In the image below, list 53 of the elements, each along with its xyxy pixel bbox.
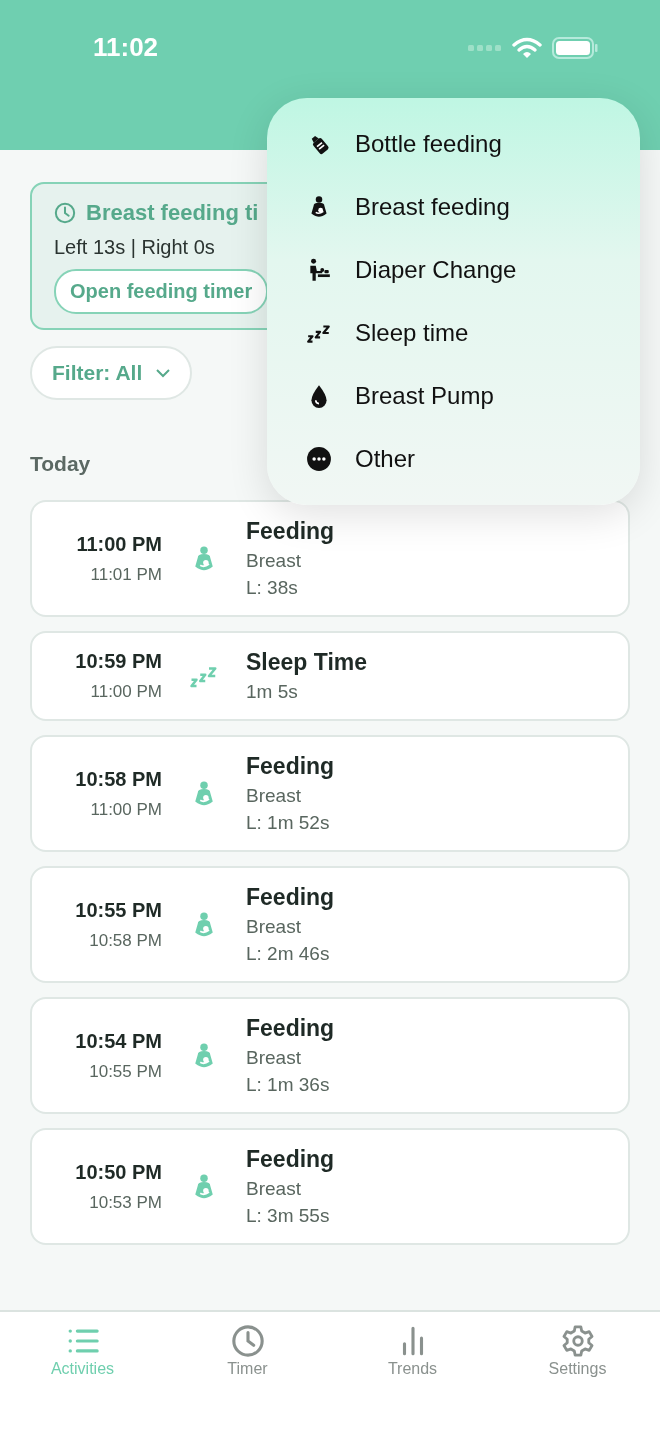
activity-title: Feeding xyxy=(246,1146,335,1173)
activity-detail: Breast xyxy=(246,1047,302,1069)
activity-title: Feeding xyxy=(246,1015,335,1042)
start-time: 10:58 PM xyxy=(74,767,162,791)
activity-title: Feeding xyxy=(246,753,335,780)
menu-item[interactable]: Diaper Change xyxy=(267,238,640,302)
start-time: 10:54 PM xyxy=(74,1029,162,1053)
activity-detail: L: 3m 55s xyxy=(246,1205,331,1227)
battery-icon xyxy=(552,36,598,59)
wifi-icon xyxy=(512,36,542,59)
clock-icon xyxy=(54,202,76,224)
activity-title: Feeding xyxy=(246,884,335,911)
activity-detail: L: 38s xyxy=(246,577,299,599)
activity-detail: Breast xyxy=(246,550,302,572)
signal-icon xyxy=(468,43,502,52)
end-time: 11:00 PM xyxy=(89,799,162,820)
activity-card[interactable]: 10:54 PM 10:55 PM Feeding Breast L: 1m 36s xyxy=(30,997,630,1114)
activity-card[interactable]: 10:55 PM 10:58 PM Feeding Breast L: 2m 46s xyxy=(30,866,630,983)
timer-detail: Left 13s | Right 0s xyxy=(54,236,216,259)
activity-detail: Breast xyxy=(246,1178,302,1200)
activity-detail: L: 2m 46s xyxy=(246,943,331,965)
activity-detail: L: 1m 36s xyxy=(246,1074,331,1096)
end-time: 10:58 PM xyxy=(88,930,162,951)
settings-icon xyxy=(560,1324,595,1358)
start-time: 10:59 PM xyxy=(74,650,162,673)
activity-detail: Breast xyxy=(246,785,302,807)
activity-card[interactable]: 11:00 PM 11:01 PM Feeding Breast L: 38s xyxy=(30,500,630,617)
activity-card[interactable]: 10:50 PM 10:53 PM Feeding Breast L: 3m 55s xyxy=(30,1128,630,1245)
menu-item[interactable]: Other xyxy=(267,427,640,490)
end-time: 11:00 PM xyxy=(89,682,162,702)
start-time: 10:55 PM xyxy=(74,898,162,922)
activity-detail: 1m 5s xyxy=(246,681,299,703)
activity-title: Sleep Time xyxy=(246,649,368,676)
activity-detail: L: 1m 52s xyxy=(246,812,331,834)
activity-card[interactable]: 10:58 PM 11:00 PM Feeding Breast L: 1m 52s xyxy=(30,735,630,852)
menu-item[interactable]: Breast feeding xyxy=(267,175,640,239)
more-icon xyxy=(306,445,332,472)
end-time: 10:55 PM xyxy=(88,1061,162,1082)
menu-item[interactable]: Bottle feeding xyxy=(267,113,640,176)
menu-item[interactable]: Breast Pump xyxy=(267,364,640,428)
end-time: 11:01 PM xyxy=(89,564,162,585)
end-time: 10:53 PM xyxy=(88,1192,162,1213)
section-heading: Today xyxy=(30,452,91,476)
clock-icon xyxy=(230,1324,265,1358)
activity-title: Feeding xyxy=(246,518,335,545)
start-time: 11:00 PM xyxy=(75,532,162,556)
clock-time: 11:02 xyxy=(93,32,159,63)
start-time: 10:50 PM xyxy=(74,1160,162,1184)
timer-title: Breast feeding ti xyxy=(86,200,259,226)
menu-item[interactable]: Sleep time xyxy=(267,301,640,365)
activity-card[interactable]: 10:59 PM 11:00 PM Sleep Time 1m 5s xyxy=(30,631,630,721)
chevron-down-icon xyxy=(156,368,171,378)
activity-detail: Breast xyxy=(246,916,302,938)
